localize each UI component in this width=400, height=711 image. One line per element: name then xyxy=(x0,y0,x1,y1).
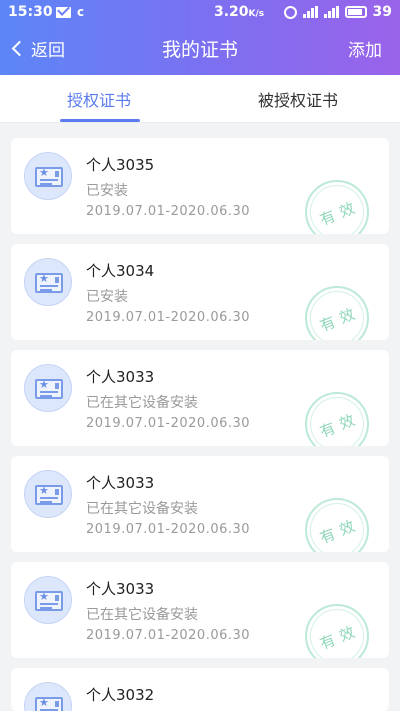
signal-icon-2 xyxy=(323,6,339,18)
certificate-card[interactable]: ★ 个人3035 已安装 2019.07.01-2020.06.30 有效 xyxy=(11,138,389,234)
certificate-card[interactable]: ★ 个人3033 已在其它设备安装 2019.07.01-2020.06.30 … xyxy=(11,350,389,446)
certificate-status: 已在其它设备安装 xyxy=(86,501,198,517)
certificate-validity: 2019.07.01-2020.06.30 xyxy=(86,522,251,537)
certificate-name: 个人3032 xyxy=(86,686,155,704)
valid-stamp: 有效 xyxy=(305,286,369,340)
certificate-card[interactable]: ★ 个人3034 已安装 2019.07.01-2020.06.30 有效 xyxy=(11,244,389,340)
certificate-name: 个人3033 xyxy=(86,368,155,386)
certificate-icon: ★ xyxy=(24,470,72,518)
app-notification-icon: c xyxy=(77,5,85,19)
certificate-name: 个人3033 xyxy=(86,474,155,492)
status-time: 15:30 xyxy=(8,4,53,20)
certificate-status: 已安装 xyxy=(86,289,128,305)
network-speed: 3.20K/s xyxy=(214,4,265,20)
page-title: 我的证书 xyxy=(161,39,238,61)
certificate-name: 个人3035 xyxy=(86,156,155,174)
status-bar: 15:30 c 3.20K/s 39 xyxy=(0,0,400,26)
certificate-name: 个人3033 xyxy=(86,580,155,598)
add-button[interactable]: 添加 xyxy=(348,36,382,61)
battery-level: 39 xyxy=(372,4,392,20)
battery-icon xyxy=(344,6,367,18)
certificate-card[interactable]: ★ 个人3033 已在其它设备安装 2019.07.01-2020.06.30 … xyxy=(11,456,389,552)
tab-bar: 授权证书 被授权证书 xyxy=(0,75,400,123)
mail-icon xyxy=(56,6,71,18)
app-header: 15:30 c 3.20K/s 39 返回 我的证书 添加 xyxy=(0,0,400,75)
certificate-card[interactable]: ★ 个人3033 已在其它设备安装 2019.07.01-2020.06.30 … xyxy=(11,562,389,658)
alarm-icon xyxy=(283,5,297,19)
status-left-icons: c xyxy=(56,5,84,19)
status-right-icons: 39 xyxy=(283,4,392,20)
certificate-icon: ★ xyxy=(24,682,72,711)
valid-stamp: 有效 xyxy=(305,180,369,234)
active-tab-indicator xyxy=(60,119,140,122)
certificate-card[interactable]: ★ 个人3032 xyxy=(11,668,389,711)
certificate-validity: 2019.07.01-2020.06.30 xyxy=(86,628,251,643)
certificate-validity: 2019.07.01-2020.06.30 xyxy=(86,310,251,325)
signal-icon xyxy=(302,6,318,18)
certificate-name: 个人3034 xyxy=(86,262,155,280)
valid-stamp: 有效 xyxy=(305,392,369,446)
certificate-icon: ★ xyxy=(24,152,72,200)
valid-stamp: 有效 xyxy=(305,604,369,658)
certificate-status: 已在其它设备安装 xyxy=(86,607,198,623)
certificate-validity: 2019.07.01-2020.06.30 xyxy=(86,204,251,219)
certificate-status: 已安装 xyxy=(86,183,128,199)
tab-authorized-certificates[interactable]: 授权证书 xyxy=(67,87,131,111)
nav-bar: 返回 我的证书 添加 xyxy=(0,30,400,66)
certificate-icon: ★ xyxy=(24,258,72,306)
certificate-validity: 2019.07.01-2020.06.30 xyxy=(86,416,251,431)
valid-stamp: 有效 xyxy=(305,498,369,552)
tab-received-certificates[interactable]: 被授权证书 xyxy=(258,87,338,111)
certificate-icon: ★ xyxy=(24,576,72,624)
certificate-status: 已在其它设备安装 xyxy=(86,395,198,411)
certificate-icon: ★ xyxy=(24,364,72,412)
